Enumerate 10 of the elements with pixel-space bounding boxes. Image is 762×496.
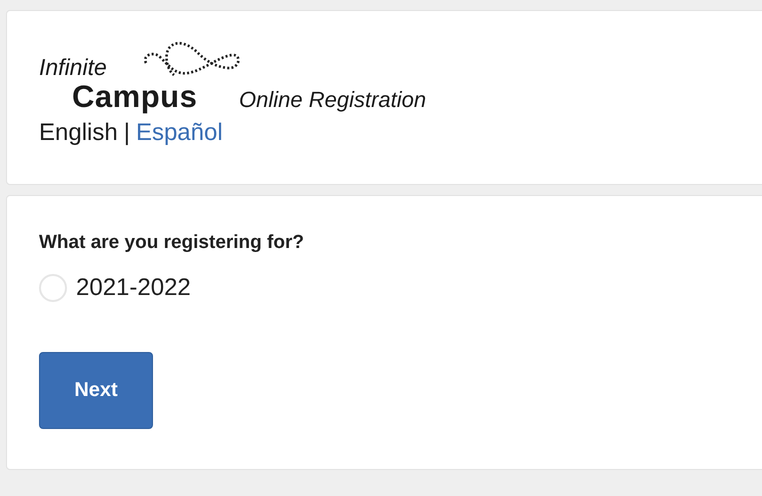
product-title: Online Registration: [239, 87, 426, 113]
option-label: 2021-2022: [76, 274, 191, 302]
next-button[interactable]: Next: [39, 352, 153, 429]
language-link[interactable]: Español: [136, 119, 223, 147]
separator: |: [124, 119, 130, 147]
radio-button[interactable]: [39, 274, 67, 302]
current-language: English: [39, 119, 118, 147]
question-label: What are you registering for?: [39, 232, 305, 254]
logo-text: Campus: [72, 79, 198, 115]
logo-text: Infinite: [39, 54, 107, 81]
